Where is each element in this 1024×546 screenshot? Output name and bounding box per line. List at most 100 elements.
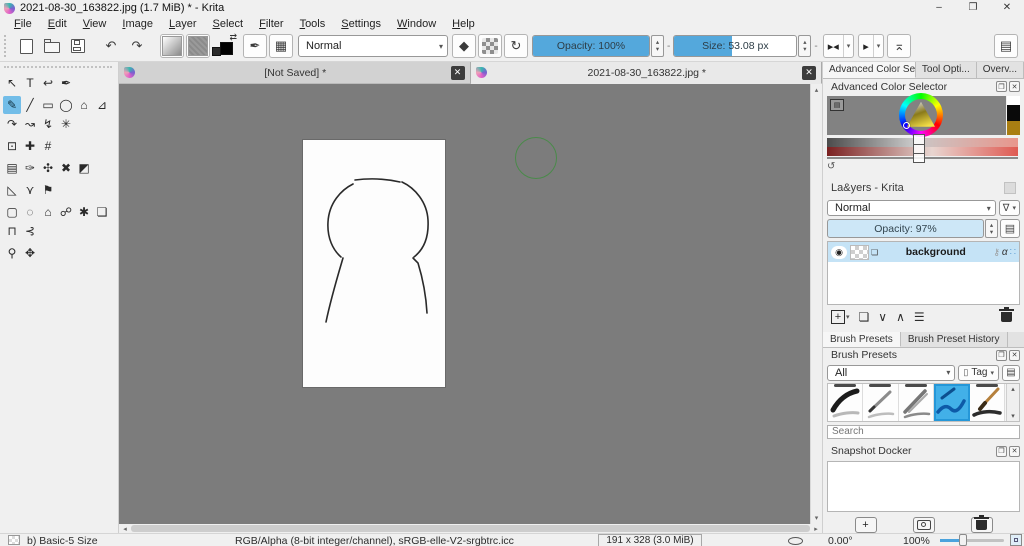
preset-view-mode-icon[interactable]: ▤	[1002, 365, 1020, 381]
move-layer-down-icon[interactable]: ∨	[878, 310, 887, 324]
close-docker-icon[interactable]: ✕	[1009, 350, 1020, 361]
brush-editor-icon[interactable]: ✒	[243, 34, 267, 58]
color-selector-settings-icon[interactable]: ▤	[830, 99, 844, 111]
selection-status-icon[interactable]	[788, 537, 803, 545]
open-document-button[interactable]	[40, 34, 64, 58]
menu-filter[interactable]: Filter	[251, 18, 291, 30]
zoom-slider[interactable]	[940, 539, 1004, 542]
layer-filter-button[interactable]: ∇ ▾	[999, 200, 1020, 216]
contiguous-select-tool-icon[interactable]: ✱	[75, 203, 93, 221]
menu-settings[interactable]: Settings	[333, 18, 389, 30]
delete-snapshot-button[interactable]	[971, 517, 993, 533]
menu-view[interactable]: View	[75, 18, 115, 30]
save-button[interactable]	[66, 34, 90, 58]
brush-thumb-pencil-soft[interactable]	[899, 384, 934, 421]
horizontal-scrollbar-thumb[interactable]	[131, 525, 810, 532]
brush-thumb-pencil[interactable]	[863, 384, 898, 421]
brush-thumb-paintbrush[interactable]	[970, 384, 1005, 421]
search-input[interactable]	[828, 426, 1019, 437]
doc-tab-not-saved[interactable]: [Not Saved] * ✕	[119, 62, 471, 84]
measure-tool-icon[interactable]: ◺	[3, 181, 21, 199]
text-tool-icon[interactable]: T	[21, 74, 39, 92]
toolbar-drag-handle[interactable]	[4, 35, 9, 57]
layer-opacity-slider[interactable]: Opacity: 97%	[827, 219, 984, 238]
tab-brush-presets[interactable]: Brush Presets	[823, 332, 901, 347]
select-shapes-tool-icon[interactable]: ↖	[3, 74, 21, 92]
tab-overview[interactable]: Overv...	[977, 62, 1024, 78]
polygon-tool-icon[interactable]: ⌂	[75, 96, 93, 114]
preserve-alpha-button[interactable]	[478, 34, 502, 58]
menu-layer[interactable]: Layer	[161, 18, 205, 30]
brush-size-slider[interactable]: Size: 53.08 px	[673, 35, 797, 57]
canvas-viewport[interactable]: ▴ ▾	[119, 84, 822, 524]
tag-button[interactable]: ▯ Tag ▾	[958, 365, 999, 381]
move-layer-up-icon[interactable]: ∧	[896, 310, 905, 324]
scroll-right-icon[interactable]: ▸	[810, 525, 822, 533]
reference-images-tool-icon[interactable]: ⚑	[39, 181, 57, 199]
assistants-tool-icon[interactable]: ⋎	[21, 181, 39, 199]
layer-alpha-icon[interactable]: α	[1002, 247, 1008, 258]
restore-button[interactable]: ❐	[956, 0, 990, 16]
float-docker-icon[interactable]: ❐	[996, 350, 1007, 361]
move-tool-icon[interactable]: ✚	[21, 137, 39, 155]
polygon-select-tool-icon[interactable]: ⌂	[39, 203, 57, 221]
layer-name[interactable]: background	[878, 246, 993, 258]
ellipse-select-tool-icon[interactable]: ◌	[21, 203, 39, 221]
layers-docker-button[interactable]	[1004, 182, 1016, 194]
mirror-horizontal-dropdown-icon[interactable]: ▾	[843, 35, 854, 57]
scroll-down-icon[interactable]: ▾	[1011, 412, 1015, 420]
menu-window[interactable]: Window	[389, 18, 444, 30]
add-layer-button[interactable]: + ▾	[831, 310, 850, 324]
smart-patch-tool-icon[interactable]: ✣	[39, 159, 57, 177]
pan-tool-icon[interactable]: ✥	[21, 244, 39, 262]
brush-tag-filter-dropdown[interactable]: All ▾	[827, 365, 955, 381]
transform-tool-icon[interactable]: ⊡	[3, 137, 21, 155]
layer-properties-icon[interactable]: ☰	[914, 310, 925, 324]
bezier-select-tool-icon[interactable]: ⊓	[3, 222, 21, 240]
freehand-path-tool-icon[interactable]: ↝	[21, 115, 39, 133]
menu-tools[interactable]: Tools	[292, 18, 334, 30]
polyline-tool-icon[interactable]: ⊿	[93, 96, 111, 114]
layer-expand-icon[interactable]: ∷	[1010, 247, 1016, 258]
layer-properties-list-icon[interactable]: ▤	[1000, 219, 1020, 238]
zoom-slider-handle[interactable]	[959, 534, 967, 546]
mirror-horizontal-icon[interactable]: ▸◂	[824, 40, 843, 53]
rect-select-tool-icon[interactable]: ▢	[3, 203, 21, 221]
bezier-curve-tool-icon[interactable]: ↷	[3, 115, 21, 133]
fill-tool-icon[interactable]: ◩	[75, 159, 93, 177]
brush-preset-grid-icon[interactable]: ▦	[269, 34, 293, 58]
snapshot-list[interactable]	[827, 461, 1020, 512]
opacity-slider[interactable]: Opacity: 100%	[532, 35, 650, 57]
float-docker-icon[interactable]: ❐	[996, 446, 1007, 457]
gradient-tool-icon[interactable]: ▤	[3, 159, 21, 177]
brush-grid-scrollbar[interactable]: ▴ ▾	[1006, 384, 1019, 421]
canvas-angle[interactable]: 0.00°	[828, 535, 853, 546]
tab-tool-options[interactable]: Tool Opti...	[916, 62, 977, 78]
layer-blending-mode-dropdown[interactable]: Normal ▾	[827, 200, 996, 216]
freehand-brush-tool-icon[interactable]: ✎	[3, 96, 21, 114]
scroll-up-icon[interactable]: ▴	[815, 86, 819, 94]
choose-workspace-icon[interactable]: ▤	[994, 34, 1018, 58]
brush-size-spinner[interactable]: ▴▾	[798, 35, 811, 57]
canvas[interactable]	[303, 140, 445, 387]
new-document-button[interactable]	[14, 34, 38, 58]
rectangle-tool-icon[interactable]: ▭	[39, 96, 57, 114]
menu-select[interactable]: Select	[205, 18, 252, 30]
swatch-white[interactable]	[1007, 96, 1020, 105]
tab-advanced-color-selector[interactable]: Advanced Color Sele...	[823, 62, 916, 78]
duplicate-layer-icon[interactable]: ❏	[859, 310, 870, 324]
crop-tool-icon[interactable]: #	[39, 137, 57, 155]
background-color-swatch[interactable]	[220, 42, 233, 55]
calligraphy-tool-icon[interactable]: ✒	[57, 74, 75, 92]
refresh-colors-icon[interactable]: ↺	[827, 161, 840, 174]
color-sampler-tool-icon[interactable]: ✑	[21, 159, 39, 177]
menu-file[interactable]: File	[6, 18, 40, 30]
snapshot-camera-button[interactable]	[913, 517, 935, 533]
swatch-gold[interactable]	[1007, 121, 1020, 135]
tab-close-icon[interactable]: ✕	[802, 66, 816, 80]
dynamic-brush-tool-icon[interactable]: ↯	[39, 115, 57, 133]
horizontal-scrollbar[interactable]: ◂ ▸	[119, 524, 822, 533]
swatch-black[interactable]	[1007, 105, 1020, 121]
foreground-background-color-selector[interactable]: ⇄	[211, 34, 237, 58]
layer-visibility-eye-icon[interactable]: ◉	[831, 246, 847, 259]
